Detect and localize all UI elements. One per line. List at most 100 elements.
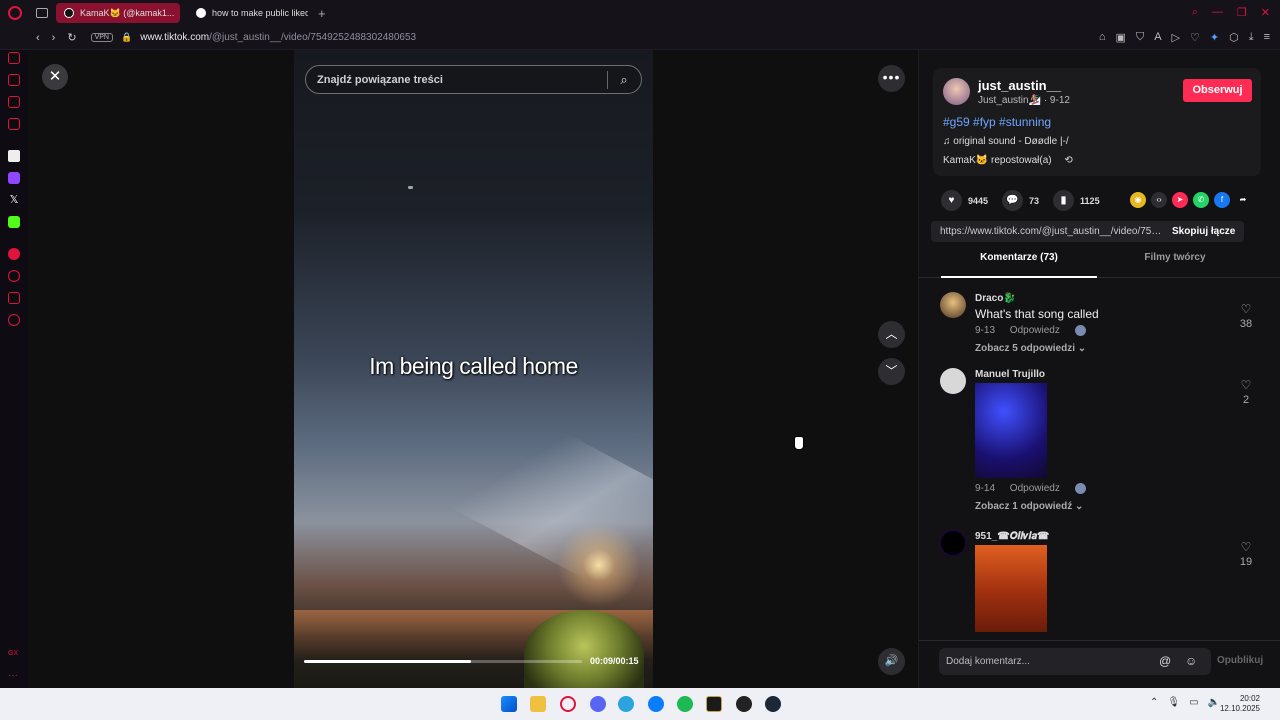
sidebar-gx-icon[interactable]: GX <box>8 650 20 662</box>
play-icon[interactable]: ▷ <box>1172 31 1180 44</box>
opera-logo-icon[interactable] <box>8 6 22 20</box>
close-button[interactable]: ✕ <box>42 64 68 90</box>
maximize-button[interactable]: ❐ <box>1237 6 1247 19</box>
facebook-icon[interactable]: f <box>1214 192 1230 208</box>
sidebar-shield-icon[interactable] <box>8 96 20 108</box>
sidebar-more-icon[interactable]: ··· <box>8 670 20 682</box>
tab-tiktok[interactable]: KamaK🐱 (@kamak1... <box>56 3 180 23</box>
download-icon[interactable]: ⤓ <box>1249 31 1254 44</box>
comment-stat[interactable]: 💬 73 <box>1002 190 1039 211</box>
microphone-icon[interactable]: 🎙 <box>1167 697 1180 708</box>
like-stat[interactable]: ♥ 9445 <box>941 190 988 211</box>
sidebar-music-icon[interactable] <box>8 248 20 260</box>
sidebar-bag-icon[interactable] <box>8 74 20 86</box>
avatar[interactable] <box>940 530 966 556</box>
video-progress-bar[interactable] <box>304 660 582 663</box>
comment-like[interactable]: ♡ 2 <box>1231 378 1261 406</box>
avatar[interactable] <box>943 78 970 105</box>
forward-icon[interactable]: › <box>52 32 56 44</box>
discord-icon[interactable] <box>590 696 606 712</box>
comment-like[interactable]: ♡ 19 <box>1231 540 1261 568</box>
comment-image[interactable] <box>975 545 1047 632</box>
send-icon[interactable]: ➤ <box>1172 192 1188 208</box>
steam-icon[interactable] <box>765 696 781 712</box>
sidebar-history-icon[interactable] <box>8 270 20 282</box>
sidebar-aria-icon[interactable] <box>8 150 20 162</box>
avatar[interactable] <box>940 292 966 318</box>
windows-start-icon[interactable] <box>501 696 517 712</box>
more-options-button[interactable]: ••• <box>878 65 905 92</box>
speaker-icon[interactable]: 🔈 <box>1208 697 1220 708</box>
video-player[interactable]: Im being called home <box>294 50 653 688</box>
sidebar-settings-icon[interactable] <box>8 314 20 326</box>
tab-island-icon[interactable] <box>36 8 48 18</box>
close-window-button[interactable]: ✕ <box>1261 6 1270 19</box>
hashtags[interactable]: #g59 #fyp #stunning <box>943 115 1051 129</box>
sidebar-twitch-icon[interactable] <box>8 172 20 184</box>
reply-button[interactable]: Odpowiedz <box>1010 483 1060 494</box>
comment-like[interactable]: ♡ 38 <box>1231 302 1261 330</box>
publish-button[interactable]: Opublikuj <box>1217 655 1263 666</box>
comment-like-count: 38 <box>1239 318 1253 330</box>
sidebar-x-icon[interactable]: 𝕏 <box>8 194 20 206</box>
vpn-badge[interactable]: VPN <box>90 33 113 42</box>
search-icon[interactable]: ⌕ <box>1192 6 1198 19</box>
translate-icon[interactable]: A <box>1154 31 1161 44</box>
chevron-up-icon[interactable]: ⌃ <box>1150 697 1158 708</box>
heart-icon[interactable]: ♡ <box>1190 31 1200 44</box>
telegram-icon[interactable] <box>618 696 634 712</box>
previous-video-button[interactable]: ︿ <box>878 321 905 348</box>
sidebar-speed-dial-icon[interactable] <box>8 52 20 64</box>
view-replies-button[interactable]: Zobacz 1 odpowiedź ⌄ <box>975 501 1083 512</box>
new-tab-button[interactable]: + <box>318 6 326 21</box>
opera-gx-icon[interactable] <box>560 696 576 712</box>
emoji-icon[interactable]: ☺ <box>1185 654 1197 668</box>
video-link[interactable]: https://www.tiktok.com/@just_austin__/vi… <box>940 226 1162 237</box>
league-icon[interactable] <box>706 696 722 712</box>
comment-username[interactable]: 951_☎𝑶𝒍𝒊𝒗𝒊𝒂☎ <box>975 531 1049 542</box>
author-name[interactable]: just_austin__ <box>978 78 1061 93</box>
bookmark-icon[interactable]: ⌂ <box>1099 31 1106 44</box>
menu-icon[interactable]: ≡ <box>1264 31 1270 44</box>
whatsapp-icon[interactable]: ✆ <box>1193 192 1209 208</box>
tab-google[interactable]: how to make public liked <box>188 3 308 23</box>
reply-button[interactable]: Odpowiedz <box>1010 325 1060 336</box>
url-field[interactable]: www.tiktok.com/@just_austin__/video/7549… <box>140 32 416 43</box>
search-icon[interactable]: ⌕ <box>608 72 640 88</box>
sidebar-news-icon[interactable] <box>8 118 20 130</box>
messenger-icon[interactable] <box>648 696 664 712</box>
file-explorer-icon[interactable] <box>530 696 546 712</box>
tab-creator-videos[interactable]: Filmy twórcy <box>1097 252 1253 278</box>
embed-icon[interactable]: ‹› <box>1151 192 1167 208</box>
snapshot-icon[interactable]: ▣ <box>1116 31 1126 44</box>
mention-icon[interactable]: @ <box>1159 654 1171 668</box>
tab-comments[interactable]: Komentarze (73) <box>941 252 1097 278</box>
avatar[interactable] <box>940 368 966 394</box>
comment-username[interactable]: Manuel Trujillo <box>975 369 1045 380</box>
sound-link[interactable]: ♫ original sound - Døødle |-/ <box>943 136 1069 147</box>
puzzle-icon[interactable]: ⬡ <box>1229 31 1239 44</box>
comment-username[interactable]: Draco🐉 <box>975 293 1016 304</box>
app-icon[interactable] <box>736 696 752 712</box>
back-icon[interactable]: ‹ <box>36 32 40 44</box>
extension-icon[interactable]: ✦ <box>1210 31 1219 44</box>
spotify-icon[interactable] <box>677 696 693 712</box>
search-input[interactable] <box>317 73 607 86</box>
copy-link-button[interactable]: Skopiuj łącze <box>1172 226 1235 237</box>
next-video-button[interactable]: ﹀ <box>878 358 905 385</box>
sidebar-kick-icon[interactable] <box>8 216 20 228</box>
save-stat[interactable]: ▮ 1125 <box>1053 190 1100 211</box>
clock[interactable]: 20:02 12.10.2025 <box>1220 694 1260 714</box>
lock-icon[interactable]: 🔒 <box>121 32 132 43</box>
volume-button[interactable]: 🔊 <box>878 648 905 675</box>
sidebar-extensions-icon[interactable] <box>8 292 20 304</box>
view-replies-button[interactable]: Zobacz 5 odpowiedzi ⌄ <box>975 343 1086 354</box>
follow-button[interactable]: Obserwuj <box>1183 79 1252 102</box>
shield-icon[interactable]: ⛉ <box>1136 31 1144 44</box>
comment-image[interactable] <box>975 383 1047 478</box>
share-arrow-icon[interactable]: ➦ <box>1235 192 1251 208</box>
reload-icon[interactable]: ↻ <box>67 31 76 44</box>
minimize-button[interactable]: — <box>1212 6 1223 19</box>
coin-icon[interactable]: ◉ <box>1130 192 1146 208</box>
display-icon[interactable]: ▭ <box>1189 697 1198 708</box>
